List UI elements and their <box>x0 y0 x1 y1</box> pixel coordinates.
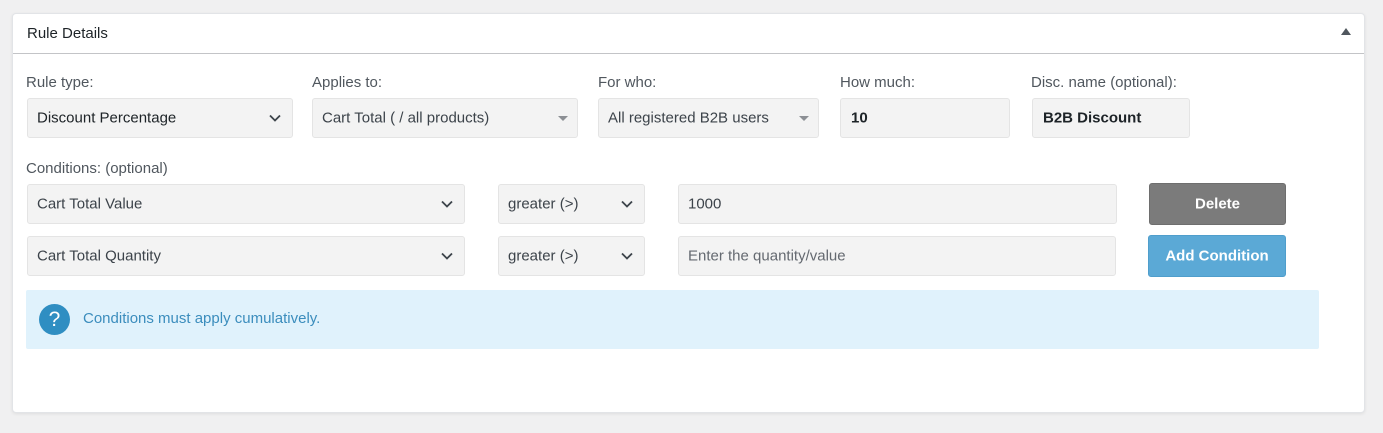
for-who-label: For who: <box>598 74 657 91</box>
applies-to-label: Applies to: <box>312 74 383 91</box>
condition-type-select[interactable]: Cart Total Quantity <box>27 236 465 276</box>
applies-to-select[interactable]: Cart Total ( / all products) <box>312 98 578 138</box>
add-condition-label: Add Condition <box>1165 247 1269 265</box>
delete-button-label: Delete <box>1194 195 1241 213</box>
how-much-label: How much: <box>840 74 916 91</box>
condition-operator-select[interactable]: greater (>) <box>498 236 645 276</box>
applies-to-value: Cart Total ( / all products) <box>322 109 490 127</box>
condition-type-select[interactable]: Cart Total Value <box>27 184 465 224</box>
condition-type-value: Cart Total Value <box>37 195 143 213</box>
rule-type-select[interactable]: Discount Percentage <box>27 98 293 138</box>
condition-type-value: Cart Total Quantity <box>37 247 161 265</box>
condition-operator-select[interactable]: greater (>) <box>498 184 645 224</box>
condition-operator-value: greater (>) <box>508 247 579 265</box>
panel-title: Rule Details <box>27 25 108 42</box>
condition-value-input[interactable]: 1000 <box>678 184 1117 224</box>
question-circle-icon: ? <box>39 304 70 335</box>
how-much-input[interactable]: 10 <box>840 98 1010 138</box>
condition-value: 1000 <box>688 195 722 213</box>
disc-name-label: Disc. name (optional): <box>1031 74 1177 91</box>
disc-name-value: B2B Discount <box>1043 109 1142 127</box>
for-who-select[interactable]: All registered B2B users <box>598 98 819 138</box>
for-who-value: All registered B2B users <box>608 109 769 127</box>
delete-condition-button[interactable]: Delete <box>1149 183 1286 225</box>
disc-name-input[interactable]: B2B Discount <box>1032 98 1190 138</box>
chevron-down-icon <box>621 252 633 260</box>
rule-type-value: Discount Percentage <box>37 109 177 127</box>
condition-operator-value: greater (>) <box>508 195 579 213</box>
panel-header[interactable]: Rule Details <box>13 14 1364 54</box>
chevron-down-icon <box>621 200 633 208</box>
notice-text: Conditions must apply cumulatively. <box>83 310 321 327</box>
rule-details-panel: Rule Details Rule type: Applies to: For … <box>12 13 1365 413</box>
how-much-value: 10 <box>851 109 868 127</box>
condition-value-input[interactable]: Enter the quantity/value <box>678 236 1116 276</box>
chevron-down-icon <box>269 114 281 122</box>
caret-down-icon <box>799 116 809 121</box>
chevron-down-icon <box>441 252 453 260</box>
rule-type-label: Rule type: <box>26 74 94 91</box>
conditions-label: Conditions: (optional) <box>26 160 168 177</box>
caret-down-icon <box>558 116 568 121</box>
chevron-down-icon <box>441 200 453 208</box>
add-condition-button[interactable]: Add Condition <box>1148 235 1286 277</box>
conditions-notice: ? Conditions must apply cumulatively. <box>26 290 1319 349</box>
condition-value-placeholder: Enter the quantity/value <box>688 247 846 265</box>
collapse-toggle-icon[interactable] <box>1341 28 1351 35</box>
